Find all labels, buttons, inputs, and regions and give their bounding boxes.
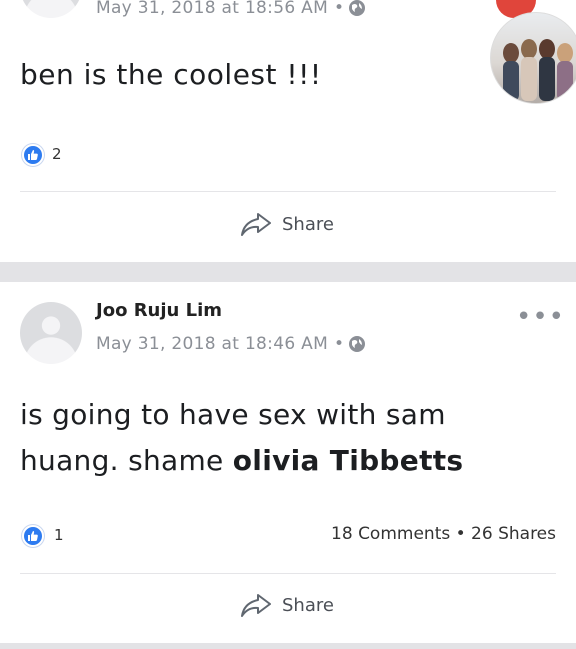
post-body: is going to have sex with sam huang. sha… <box>20 392 463 484</box>
like-reaction-badge[interactable] <box>22 525 44 547</box>
globe-icon <box>349 336 366 352</box>
share-icon <box>241 594 271 617</box>
share-label: Share <box>282 594 334 616</box>
feed-separator <box>0 262 576 282</box>
feed-separator <box>0 643 576 649</box>
like-icon <box>28 531 38 541</box>
comments-shares-count[interactable]: 18 Comments • 26 Shares <box>331 524 556 544</box>
post-2: Joo Ruju Lim ••• May 31, 2018 at 18:46 A… <box>0 282 576 643</box>
privacy-separator: • <box>334 334 345 354</box>
author-name[interactable]: Joo Ruju Lim <box>96 300 222 321</box>
share-icon <box>241 213 271 236</box>
timestamp-text: May 31, 2018 at 18:56 AM <box>96 0 329 18</box>
group-photo-avatar[interactable] <box>490 12 576 104</box>
action-divider <box>20 191 556 192</box>
like-count[interactable]: 2 <box>52 145 62 163</box>
group-photo-image <box>503 39 573 101</box>
like-count[interactable]: 1 <box>54 526 64 544</box>
share-button[interactable]: Share <box>240 592 334 618</box>
tagged-user-link[interactable]: olivia Tibbetts <box>233 444 464 477</box>
like-icon <box>28 150 38 160</box>
post-body-line-1: is going to have sex with sam <box>20 398 446 431</box>
post-timestamp[interactable]: May 31, 2018 at 18:46 AM • <box>96 334 366 354</box>
post-body-text: huang. shame <box>20 444 233 477</box>
post-body-line-2: huang. shame olivia Tibbetts <box>20 438 463 484</box>
post-body: ben is the coolest !!! <box>20 58 322 91</box>
share-button[interactable]: Share <box>240 211 334 237</box>
action-divider <box>20 573 556 574</box>
privacy-separator: • <box>334 0 345 18</box>
timestamp-text: May 31, 2018 at 18:46 AM <box>96 334 329 354</box>
more-options-icon[interactable]: ••• <box>516 304 565 330</box>
author-avatar[interactable] <box>20 0 82 18</box>
author-avatar[interactable] <box>20 302 82 364</box>
share-label: Share <box>282 213 334 235</box>
post-1: May 31, 2018 at 18:56 AM • ben is the co… <box>0 0 576 262</box>
like-reaction-badge[interactable] <box>22 144 44 166</box>
post-timestamp[interactable]: May 31, 2018 at 18:56 AM • <box>96 0 366 18</box>
globe-icon <box>349 0 366 16</box>
